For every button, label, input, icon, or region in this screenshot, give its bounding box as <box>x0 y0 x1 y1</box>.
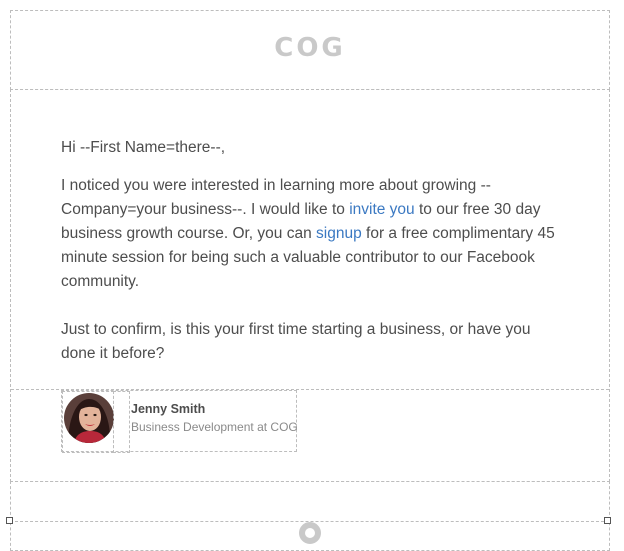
avatar-photo-icon <box>64 393 114 443</box>
resize-handle-left[interactable] <box>6 517 13 524</box>
footer-logo-icon <box>299 522 321 544</box>
signature-photo-cell <box>62 391 114 453</box>
signature-block[interactable]: Jenny Smith Business Development at COG <box>61 390 298 453</box>
intro-paragraph: I noticed you were interested in learnin… <box>61 174 561 294</box>
email-editor-canvas: COG Hi --First Name=there--, I noticed y… <box>0 0 624 551</box>
avatar <box>64 393 114 443</box>
confirm-paragraph: Just to confirm, is this your first time… <box>61 321 531 362</box>
invite-you-link[interactable]: invite you <box>349 201 414 218</box>
signature-spacer-cell <box>113 391 130 453</box>
signature-name: Jenny Smith <box>131 402 206 416</box>
header-block[interactable]: COG <box>10 10 610 90</box>
signup-link[interactable]: signup <box>316 225 362 242</box>
resize-handle-right[interactable] <box>604 517 611 524</box>
signature-title: Business Development at COG <box>131 420 298 434</box>
body-block[interactable]: Hi --First Name=there--, I noticed you w… <box>10 89 610 482</box>
cog-logo: COG <box>274 33 346 63</box>
greeting-text: Hi --First Name=there--, <box>61 139 226 156</box>
